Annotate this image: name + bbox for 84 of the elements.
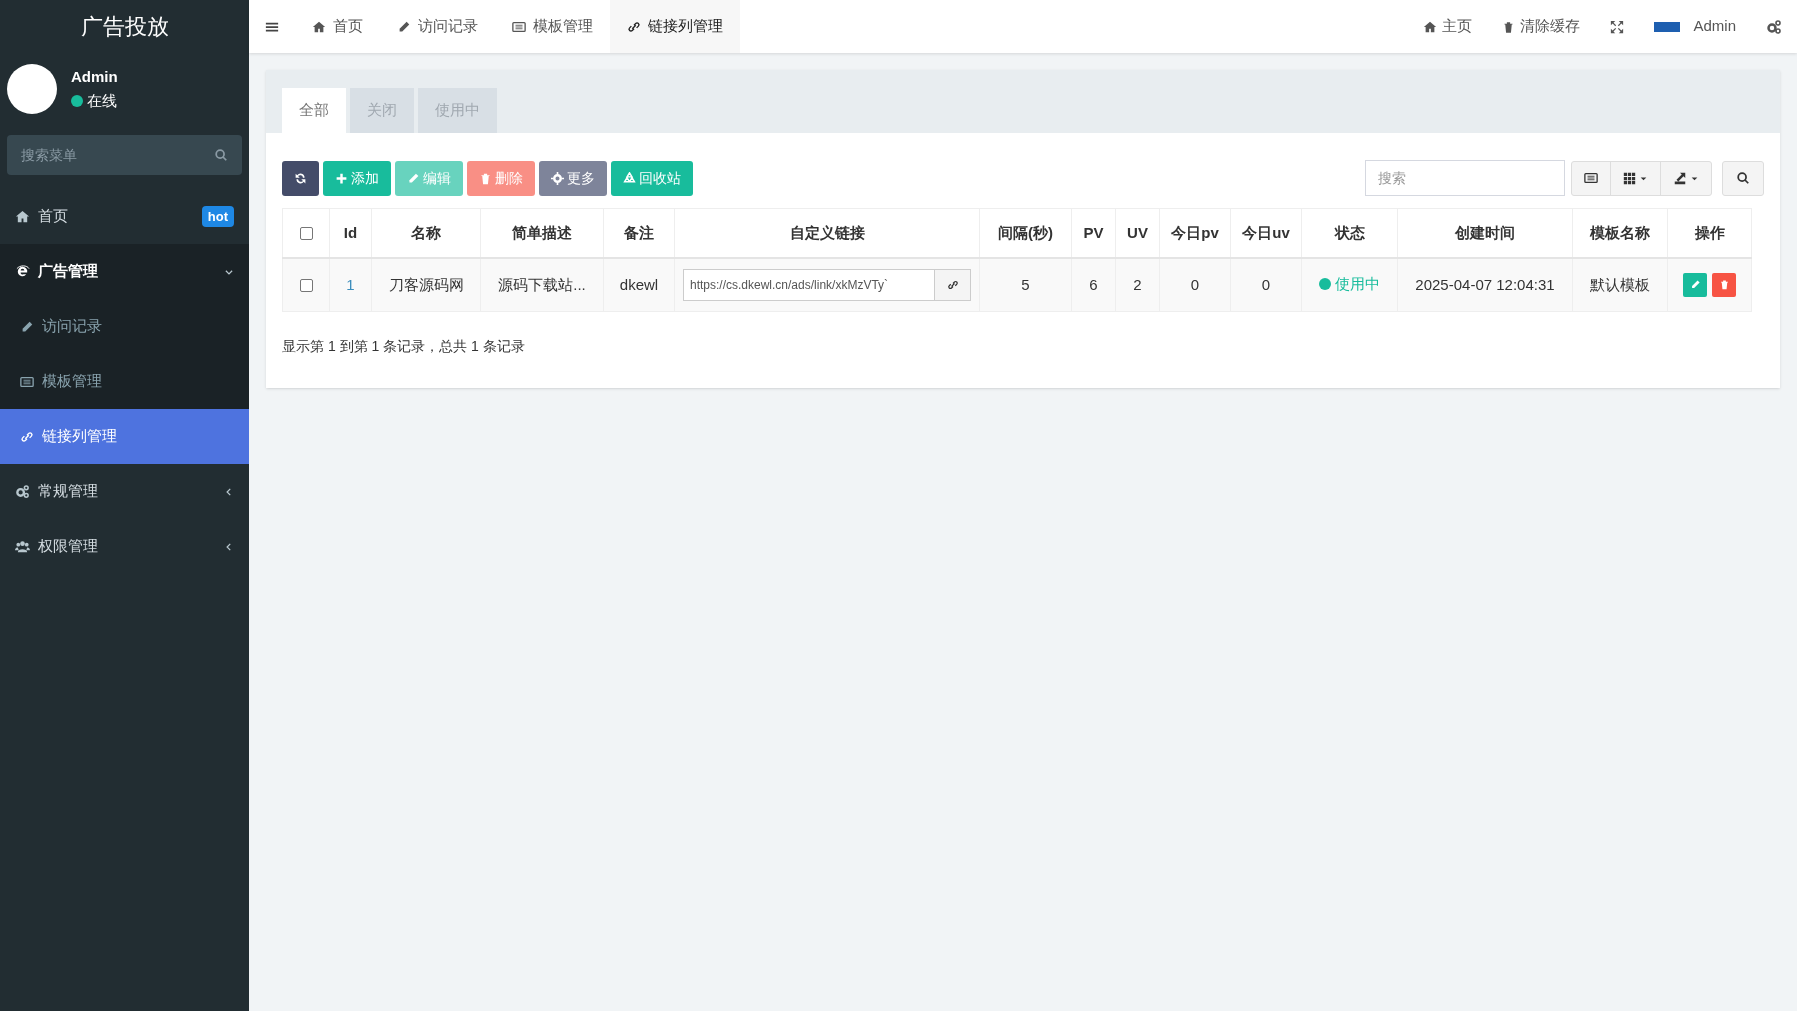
table-cell: 0: [1261, 275, 1271, 293]
refresh-icon: [294, 171, 307, 185]
chevron-left-icon: [224, 541, 234, 552]
refresh-button[interactable]: [282, 160, 319, 196]
sidebar-subitem[interactable]: 访问记录: [0, 299, 249, 354]
status-label: 使用中: [1335, 273, 1380, 294]
table-cell: 默认模板: [1590, 275, 1650, 293]
list-icon: [20, 374, 34, 389]
column-header[interactable]: 操作: [1694, 223, 1725, 241]
list-icon: [512, 19, 526, 34]
nav-tab[interactable]: 模板管理: [495, 0, 610, 53]
sidebar-item[interactable]: 权限管理: [0, 519, 249, 574]
hot-badge: hot: [201, 205, 234, 228]
pagination-info: 显示第 1 到第 1 条记录，总共 1 条记录: [282, 338, 525, 354]
users-icon: [15, 539, 30, 554]
table-cell: 刀客源码网: [388, 275, 464, 293]
pencil-icon: [1689, 279, 1701, 291]
search-field[interactable]: 搜索: [1365, 160, 1565, 196]
checkbox[interactable]: [299, 279, 313, 293]
plus-icon: [335, 171, 348, 185]
column-header[interactable]: 创建时间: [1455, 223, 1515, 241]
column-header[interactable]: PV: [1083, 223, 1104, 241]
table-cell: dkewl: [619, 275, 659, 293]
pencil-icon: [20, 319, 34, 334]
column-header[interactable]: 自定义链接: [789, 223, 865, 241]
table-cell: 2025-04-07 12:04:31: [1415, 275, 1555, 293]
expand-icon: [1610, 19, 1625, 34]
export-icon: [1673, 171, 1687, 185]
sidebar-item[interactable]: 常规管理: [0, 464, 249, 519]
search-button[interactable]: [1722, 160, 1764, 196]
list-icon: [1584, 171, 1598, 185]
user-status: 在线: [87, 91, 117, 111]
table-cell: 6: [1089, 275, 1098, 293]
pencil-icon: [397, 19, 411, 34]
column-header[interactable]: Id: [343, 223, 358, 241]
avatar: [7, 64, 57, 114]
home-link[interactable]: 主页: [1408, 0, 1488, 53]
table-cell: 5: [1021, 275, 1030, 293]
browser-e-icon: [15, 264, 30, 279]
sidebar-item[interactable]: 首页 hot: [0, 189, 249, 244]
nav-tab[interactable]: 访问记录: [380, 0, 495, 53]
search-icon: [1736, 171, 1750, 185]
sidebar-item[interactable]: 广告管理: [0, 244, 249, 299]
pencil-icon: [407, 171, 420, 185]
table-cell: 0: [1190, 275, 1200, 293]
checkbox[interactable]: [299, 227, 313, 241]
table-cell: 1: [346, 275, 355, 293]
sidebar-subitem[interactable]: 模板管理: [0, 354, 249, 409]
filter-tab[interactable]: 全部: [282, 88, 346, 133]
sidebar-subitem[interactable]: 链接列管理: [0, 409, 249, 464]
link-icon: [946, 278, 959, 291]
home-icon: [312, 19, 326, 34]
link-icon: [627, 19, 641, 34]
edit-row-button[interactable]: [1683, 272, 1707, 297]
nav-tab[interactable]: 链接列管理: [610, 0, 740, 53]
menu-search-field[interactable]: 搜索菜单: [7, 135, 242, 175]
clear-cache-button[interactable]: 清除缓存: [1487, 0, 1596, 53]
home-icon: [1423, 19, 1438, 34]
settings-icon: [1766, 18, 1782, 35]
copy-link-button[interactable]: [935, 268, 971, 301]
column-header[interactable]: 简单描述: [512, 223, 572, 241]
user-menu[interactable]: Admin: [1639, 0, 1751, 53]
column-header[interactable]: UV: [1127, 223, 1148, 241]
table-cell: 源码下载站...: [498, 275, 586, 293]
link-field[interactable]: https://cs.dkewl.cn/ads/link/xkMzVTy`: [683, 268, 935, 301]
more-button[interactable]: 更多: [539, 160, 607, 196]
user-name: Admin: [71, 66, 118, 87]
link-icon: [20, 429, 34, 444]
chevron-left-icon: [224, 486, 234, 497]
column-header[interactable]: 备注: [624, 223, 654, 241]
gears-icon: [15, 484, 30, 499]
trash-icon: [1502, 19, 1516, 34]
home-icon: [15, 209, 30, 224]
logo-icon: [1654, 21, 1681, 32]
column-header[interactable]: 状态: [1334, 223, 1365, 241]
app-title: 广告投放: [80, 12, 169, 41]
recycle-icon: [623, 171, 636, 185]
grid-icon: [1623, 171, 1636, 185]
delete-row-button[interactable]: [1712, 272, 1736, 297]
column-header[interactable]: 名称: [411, 223, 441, 241]
search-icon: [214, 148, 228, 162]
table-cell: 2: [1133, 275, 1142, 293]
trash-icon: [479, 171, 492, 185]
nav-tab[interactable]: 首页: [295, 0, 380, 53]
